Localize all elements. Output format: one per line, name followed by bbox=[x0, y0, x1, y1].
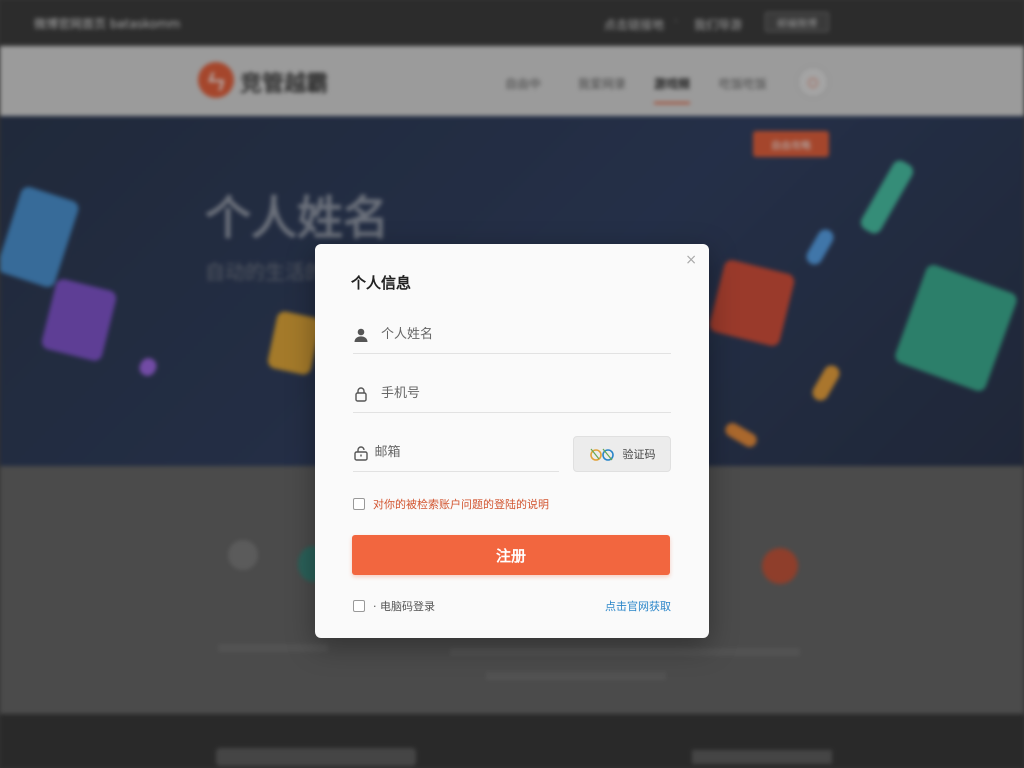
phone-field bbox=[353, 375, 671, 413]
email-field bbox=[353, 434, 559, 472]
remember-text: · 电脑码登录 bbox=[373, 600, 435, 613]
agreement-checkbox[interactable] bbox=[353, 498, 365, 510]
captcha-button[interactable]: 验证码 bbox=[573, 436, 671, 472]
register-modal: × 个人信息 验证码 对你的被检索账户问题的登陆的说明 注册 · 电脑码登录 点… bbox=[315, 244, 709, 638]
lock-icon bbox=[353, 386, 381, 402]
unlock-icon bbox=[353, 445, 375, 461]
phone-input[interactable] bbox=[381, 386, 621, 401]
agreement-text[interactable]: 对你的被检索账户问题的登陆的说明 bbox=[373, 496, 549, 512]
modal-title: 个人信息 bbox=[351, 274, 412, 292]
remember-row: · 电脑码登录 bbox=[353, 598, 435, 614]
agreement-row: 对你的被检索账户问题的登陆的说明 bbox=[353, 496, 549, 512]
official-link[interactable]: 点击官网获取 bbox=[605, 598, 671, 614]
remember-checkbox[interactable] bbox=[353, 600, 365, 612]
name-input[interactable] bbox=[381, 327, 621, 342]
close-icon[interactable]: × bbox=[685, 252, 697, 268]
captcha-image-icon bbox=[589, 448, 614, 461]
name-field bbox=[353, 316, 671, 354]
captcha-label: 验证码 bbox=[622, 448, 656, 461]
user-icon bbox=[353, 327, 381, 343]
register-button[interactable]: 注册 bbox=[352, 535, 670, 575]
email-input[interactable] bbox=[374, 445, 559, 460]
